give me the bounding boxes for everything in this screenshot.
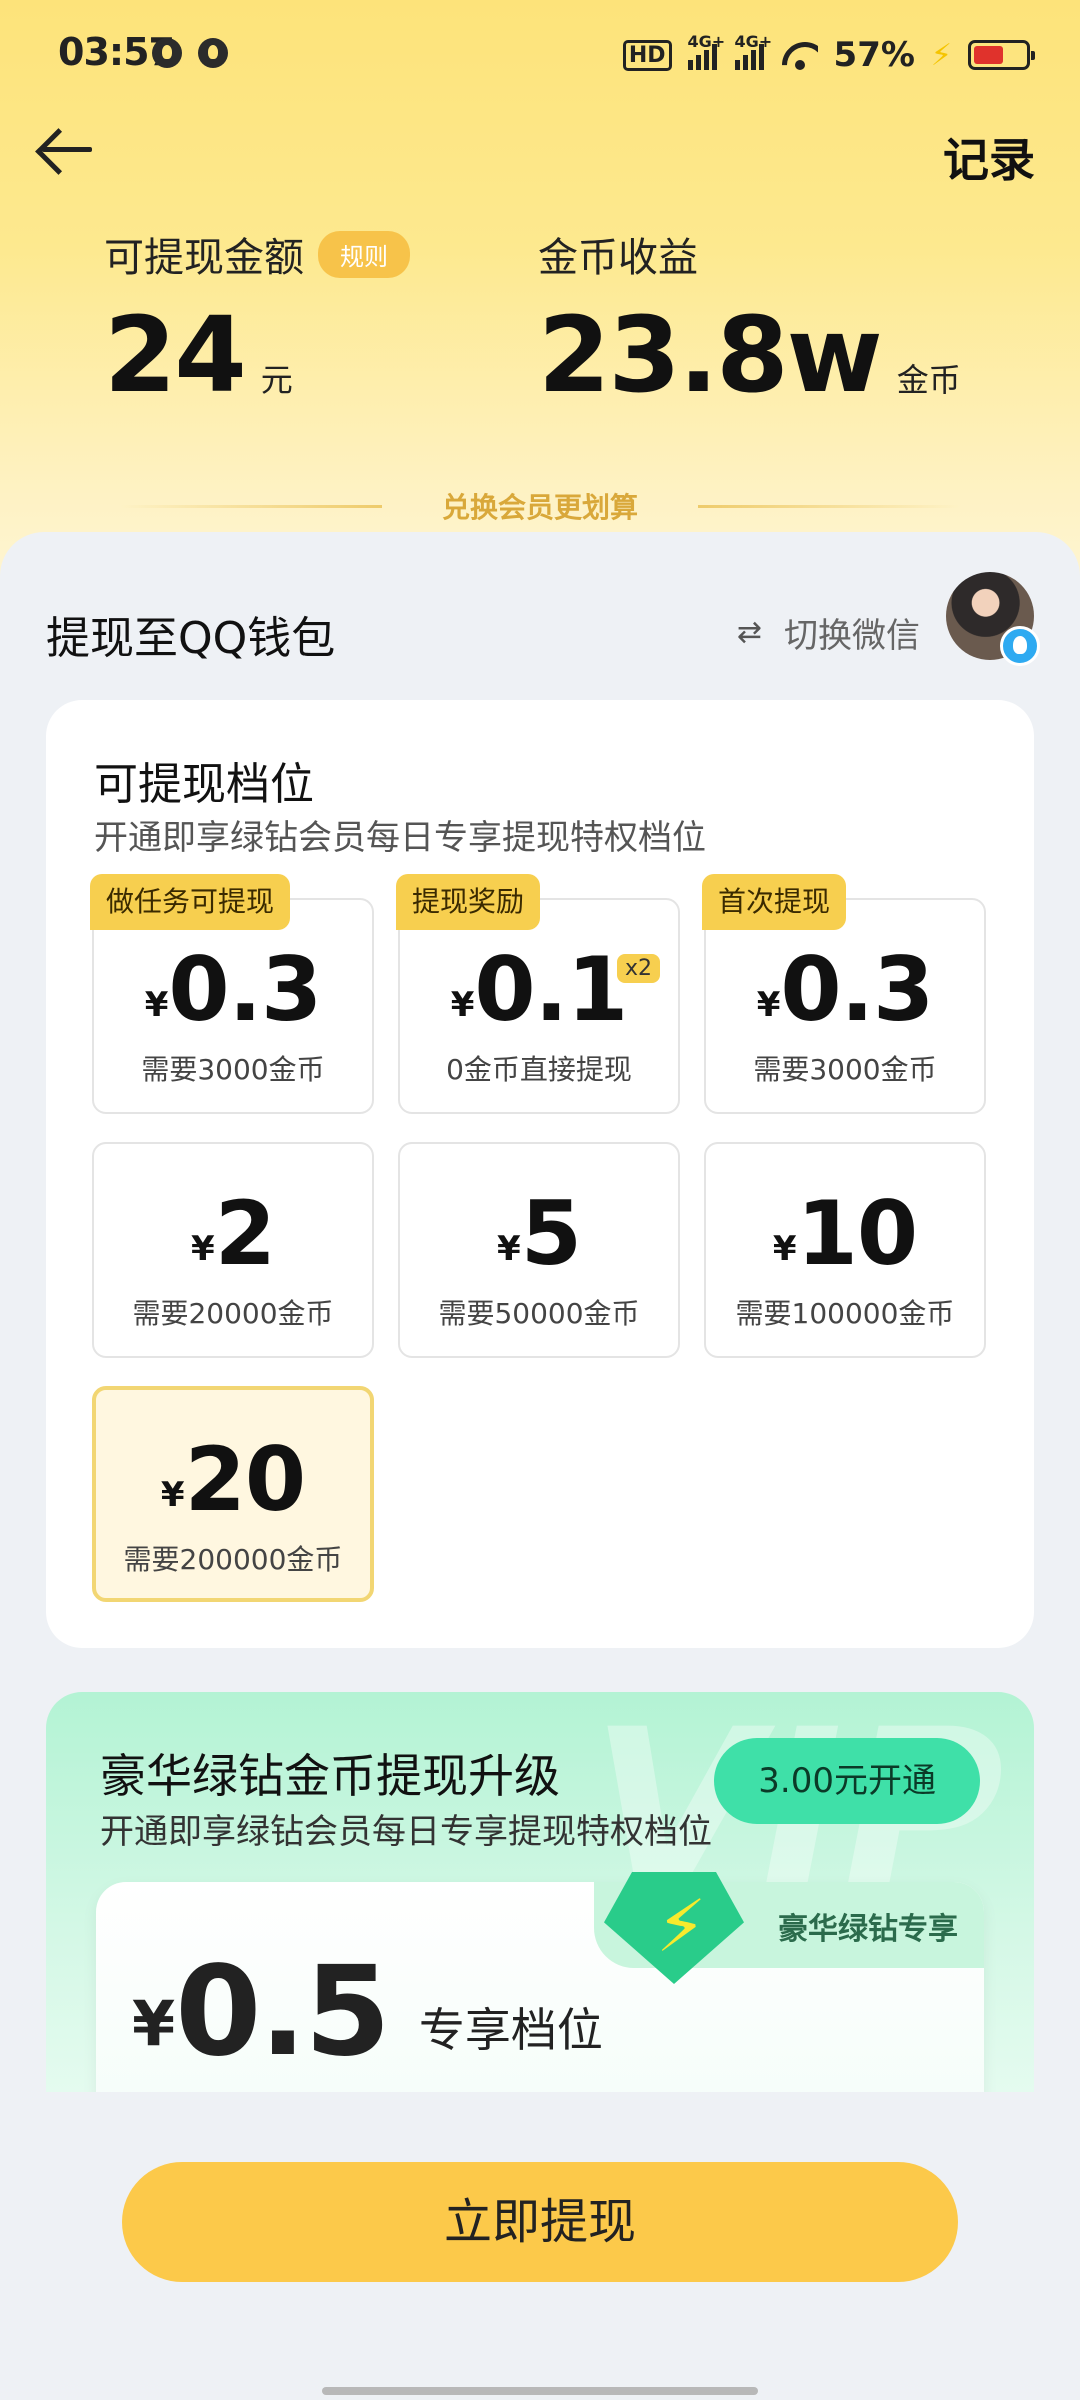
tier-requirement: 0金币直接提现 xyxy=(446,1053,632,1086)
tier-option[interactable]: ¥2 需要20000金币 xyxy=(92,1142,374,1358)
vip-upgrade-card: VIP 豪华绿钻金币提现升级 开通即享绿钻会员每日专享提现特权档位 3.00元开… xyxy=(46,1692,1034,2092)
vip-amount: 0.5 xyxy=(175,1940,391,2084)
tier-option-selected[interactable]: ¥20 需要200000金币 xyxy=(92,1386,374,1602)
tiers-title: 可提现档位 xyxy=(94,759,314,810)
tier-option[interactable]: ¥10 需要100000金币 xyxy=(704,1142,986,1358)
withdrawable-balance: 可提现金额 规则 24 元 xyxy=(104,225,410,407)
swap-icon: ⇄ xyxy=(736,615,762,650)
vip-open-button[interactable]: 3.00元开通 xyxy=(714,1738,980,1824)
coin-value: 23.8w xyxy=(538,294,883,416)
exchange-hint[interactable]: 兑换会员更划算 xyxy=(120,486,961,526)
signal-icon: 4G+ xyxy=(734,32,772,70)
rule-badge[interactable]: 规则 xyxy=(318,230,410,278)
tier-amount: 0.3 xyxy=(168,938,322,1041)
hd-indicator: HD xyxy=(622,39,672,71)
coin-unit: 金币 xyxy=(896,361,961,399)
vip-tier-label: 专享档位 xyxy=(418,2003,603,2057)
switch-wechat-button[interactable]: ⇄ 切换微信 xyxy=(737,608,920,657)
withdrawable-unit: 元 xyxy=(260,361,293,399)
status-bar: 03:57 HD 4G+ 4G+ 57% ⚡ xyxy=(0,0,1080,110)
back-button[interactable] xyxy=(34,118,98,182)
exchange-hint-text: 兑换会员更划算 xyxy=(442,491,639,524)
battery-fill xyxy=(974,46,1003,64)
status-indicators: HD 4G+ 4G+ 57% ⚡ xyxy=(622,30,1035,80)
vip-ribbon-label: 豪华绿钻专享 xyxy=(778,1912,958,1947)
charging-icon: ⚡ xyxy=(930,37,952,73)
tier-amount: 2 xyxy=(214,1182,276,1285)
battery-percent: 57% xyxy=(833,35,915,75)
withdrawable-value: 24 xyxy=(104,294,247,416)
tier-option[interactable]: 提现奖励 ¥0.1 x2 0金币直接提现 xyxy=(396,874,680,1114)
tier-requirement: 需要20000金币 xyxy=(132,1297,334,1330)
tiers-subtitle: 开通即享绿钻会员每日专享提现特权档位 xyxy=(94,818,706,858)
tier-tag: 首次提现 xyxy=(702,874,847,930)
coin-earnings: 金币收益 23.8w 金币 xyxy=(538,225,961,407)
tier-option[interactable]: 首次提现 ¥0.3 需要3000金币 xyxy=(702,874,986,1114)
tier-amount: 20 xyxy=(184,1428,306,1531)
tier-requirement: 需要3000金币 xyxy=(141,1053,325,1086)
wallet-title: 提现至QQ钱包 xyxy=(46,613,336,664)
tier-requirement: 需要200000金币 xyxy=(123,1543,343,1576)
tier-amount: 0.1 xyxy=(474,938,628,1041)
vip-subtitle: 开通即享绿钻会员每日专享提现特权档位 xyxy=(100,1812,712,1852)
main-sheet: 提现至QQ钱包 ⇄ 切换微信 可提现档位 开通即享绿钻会员每日专享提现特权档位 … xyxy=(0,532,1080,2400)
tier-option[interactable]: 做任务可提现 ¥0.3 需要3000金币 xyxy=(90,874,374,1114)
tier-requirement: 需要3000金币 xyxy=(753,1053,937,1086)
switch-wechat-label: 切换微信 xyxy=(784,616,920,656)
tier-requirement: 需要50000金币 xyxy=(438,1297,640,1330)
tier-tag: 提现奖励 xyxy=(396,874,541,930)
vip-title: 豪华绿钻金币提现升级 xyxy=(100,1749,560,1803)
home-indicator[interactable] xyxy=(322,2387,758,2395)
vip-tier-option[interactable]: 豪华绿钻专享 ⚡ ¥ 0.5 专享档位 xyxy=(96,1872,984,2092)
withdraw-now-button[interactable]: 立即提现 xyxy=(122,2162,958,2282)
avatar[interactable] xyxy=(946,572,1040,666)
multiplier-badge: x2 xyxy=(616,954,660,983)
wallet-row: 提现至QQ钱包 ⇄ 切换微信 xyxy=(0,572,1080,672)
record-link[interactable]: 记录 xyxy=(943,124,1035,190)
battery-icon xyxy=(968,40,1035,70)
tier-tag: 做任务可提现 xyxy=(90,874,291,930)
signal-icon: 4G+ xyxy=(687,32,725,70)
tier-amount: 10 xyxy=(796,1182,918,1285)
withdrawable-label: 可提现金额 xyxy=(104,235,304,281)
wifi-icon xyxy=(782,40,818,70)
notification-dot-icon xyxy=(198,38,228,68)
tier-amount: 5 xyxy=(520,1182,582,1285)
divider xyxy=(698,504,961,508)
tier-option[interactable]: ¥5 需要50000金币 xyxy=(398,1142,680,1358)
divider xyxy=(120,504,382,508)
qq-icon xyxy=(1000,626,1040,666)
tier-amount: 0.3 xyxy=(780,938,934,1041)
tiers-card: 可提现档位 开通即享绿钻会员每日专享提现特权档位 做任务可提现 ¥0.3 需要3… xyxy=(46,700,1034,1648)
tier-requirement: 需要100000金币 xyxy=(735,1297,955,1330)
coin-label: 金币收益 xyxy=(538,235,698,281)
notification-dot-icon xyxy=(152,38,182,68)
